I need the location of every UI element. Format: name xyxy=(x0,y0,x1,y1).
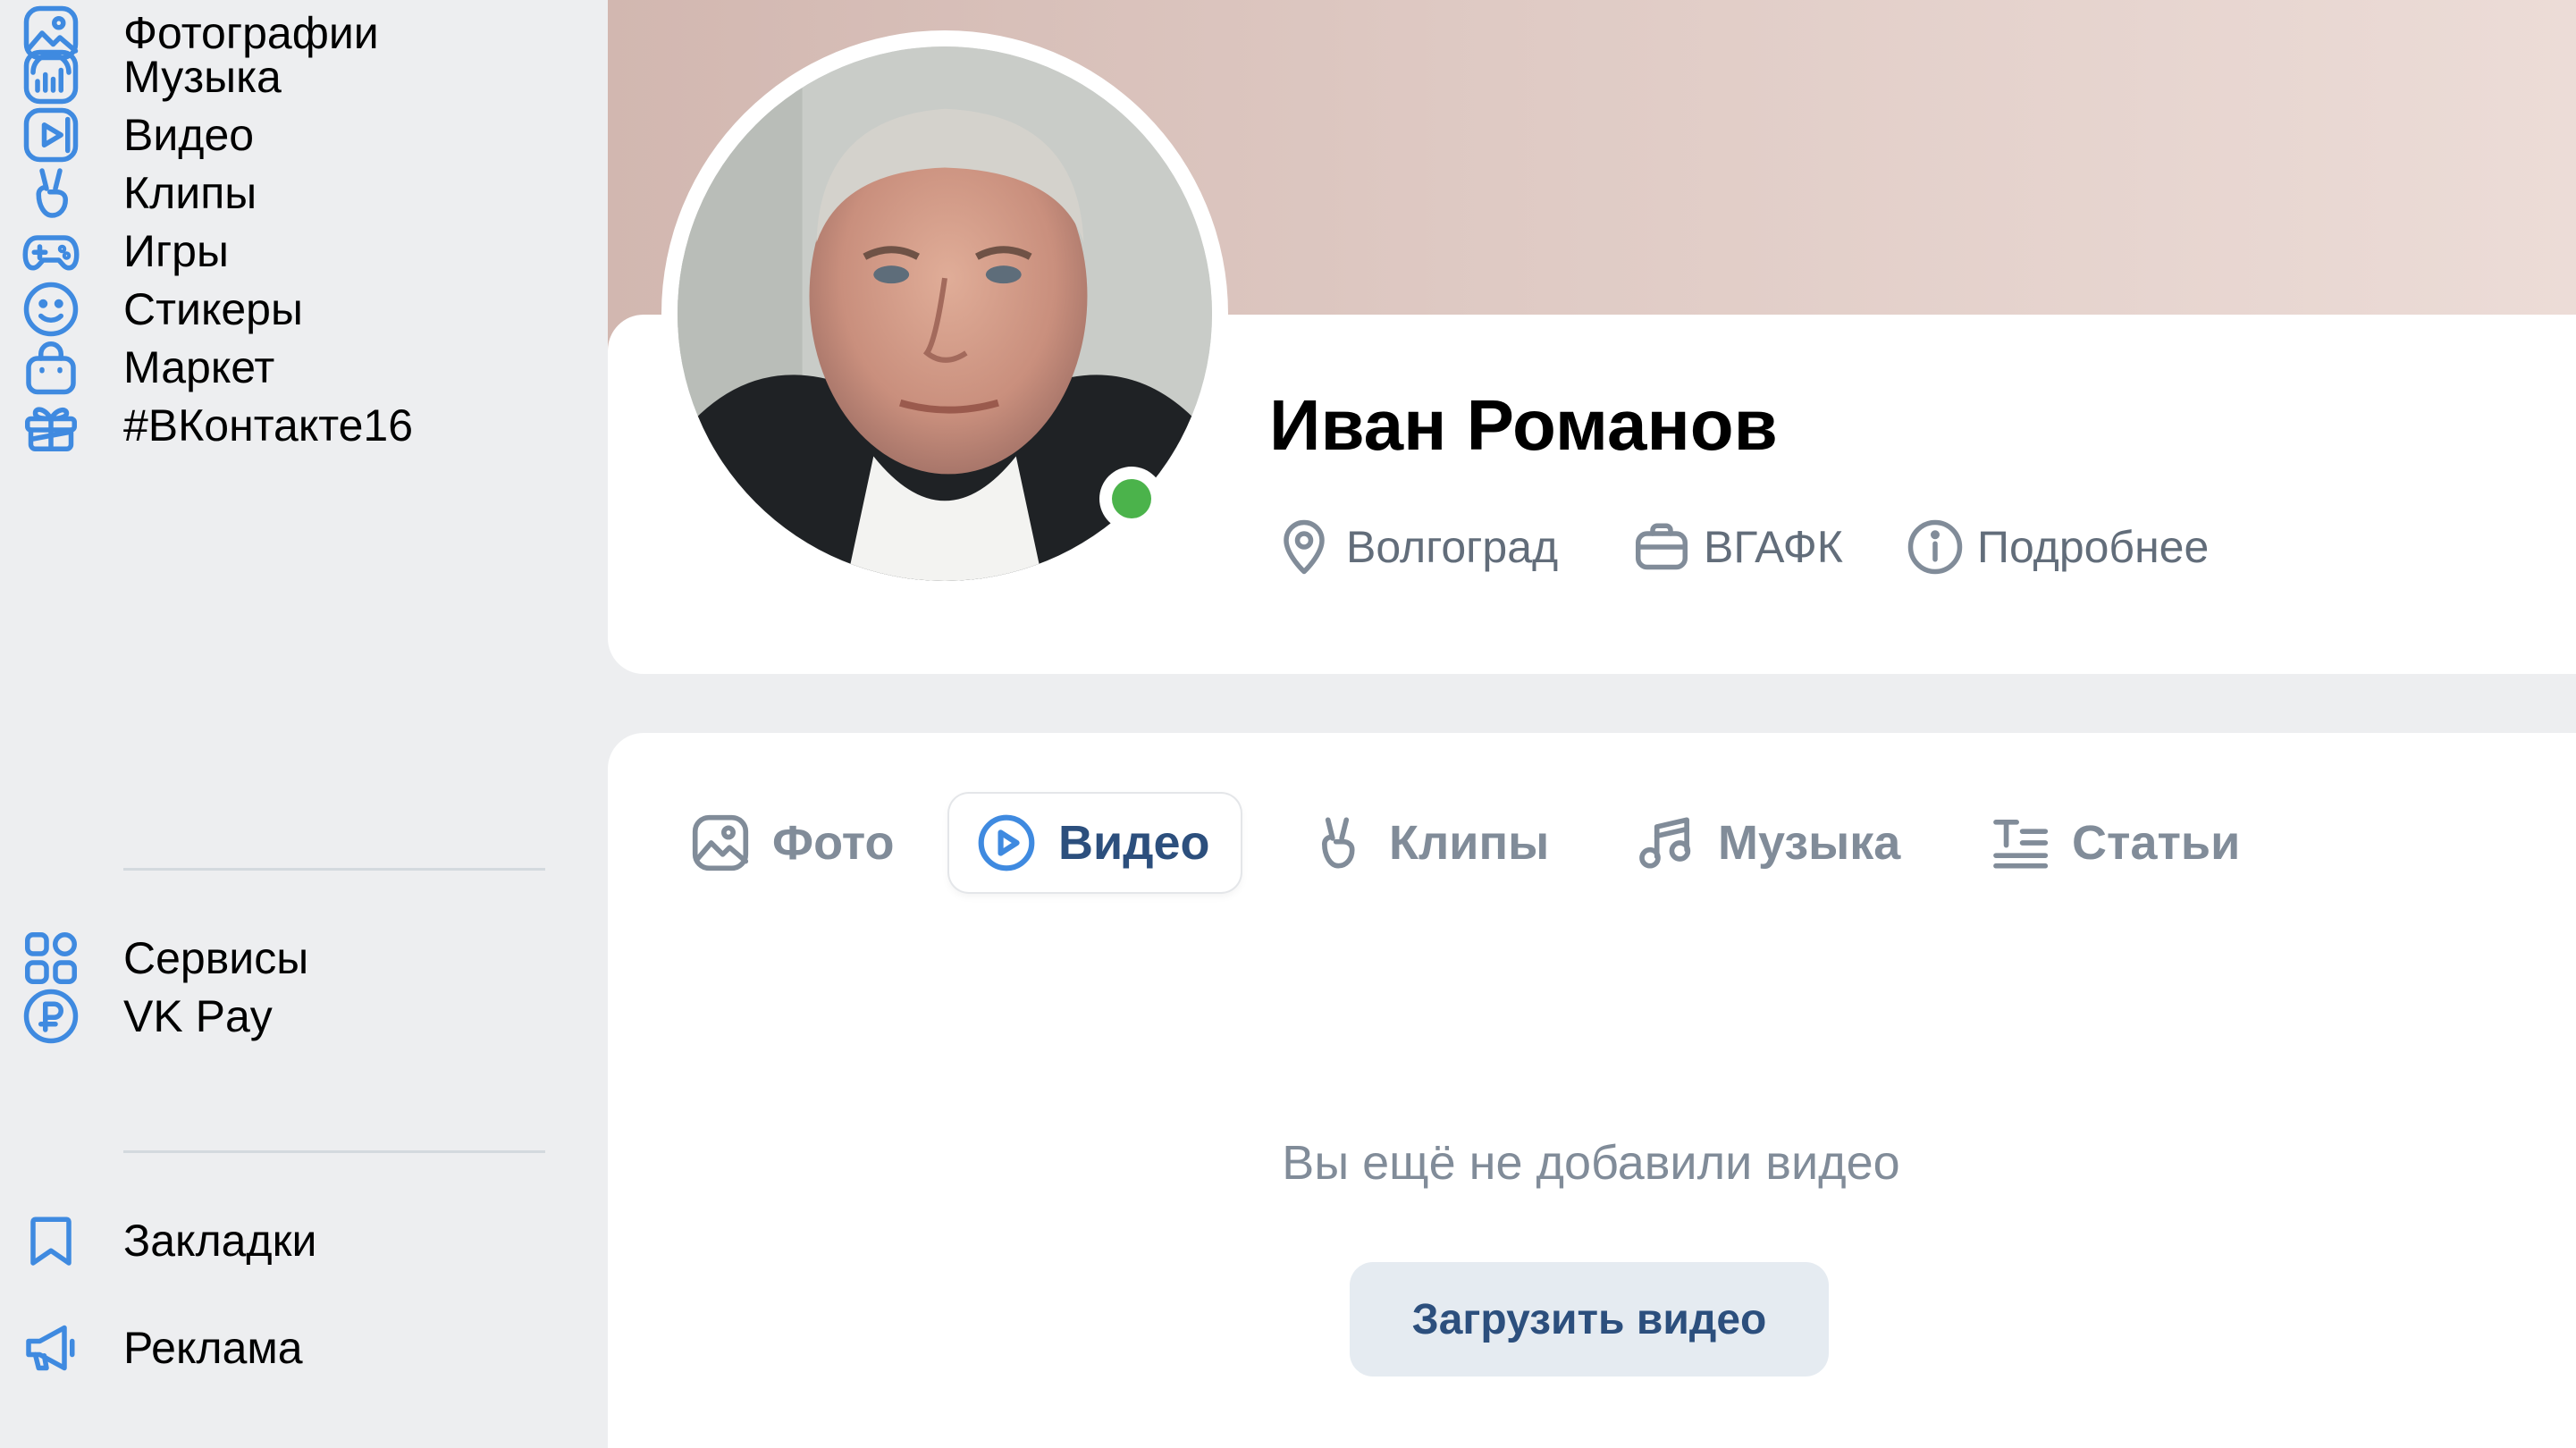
info-icon xyxy=(1904,516,1966,578)
ruble-coin-icon xyxy=(20,985,82,1048)
sidebar-item-label: Закладки xyxy=(123,1216,317,1266)
tab-clips[interactable]: Клипы xyxy=(1296,794,1558,892)
sidebar-item-vkontakte16[interactable]: #ВКонтакте16 xyxy=(0,376,572,475)
photo-icon xyxy=(688,811,753,875)
upload-video-button[interactable]: Загрузить видео xyxy=(1350,1262,1829,1376)
tab-label: Музыка xyxy=(1718,816,1901,870)
clips-icon xyxy=(1305,811,1369,875)
tab-label: Статьи xyxy=(2072,816,2241,870)
profile-education[interactable]: ВГАФК xyxy=(1630,511,1843,583)
sidebar-item-label: VK Pay xyxy=(123,991,273,1041)
sidebar-divider xyxy=(123,868,545,871)
tab-photo[interactable]: Фото xyxy=(679,794,903,892)
gift-icon xyxy=(20,394,82,457)
location-pin-icon xyxy=(1273,516,1335,578)
profile-more-info[interactable]: Подробнее xyxy=(1904,511,2209,583)
profile-education-label: ВГАФК xyxy=(1704,522,1843,572)
megaphone-icon xyxy=(20,1317,82,1379)
left-sidebar: Фотографии Музыка Видео Клипы Игры Стике… xyxy=(0,0,608,1428)
tab-music[interactable]: Музыка xyxy=(1625,794,1909,892)
profile-city-label: Волгоград xyxy=(1346,522,1559,572)
tab-label: Клипы xyxy=(1389,816,1550,870)
article-icon xyxy=(1988,811,2052,875)
online-status-indicator xyxy=(1099,467,1164,531)
profile-name: Иван Романов xyxy=(1269,385,1778,465)
sidebar-item-label: #ВКонтакте16 xyxy=(123,400,414,450)
music-note-icon xyxy=(1634,811,1698,875)
empty-state-message: Вы ещё не добавили видео xyxy=(1282,1136,1900,1190)
tab-label: Фото xyxy=(772,816,895,870)
profile-more-info-label: Подробнее xyxy=(1977,522,2210,572)
profile-city[interactable]: Волгоград xyxy=(1273,511,1558,583)
briefcase-icon xyxy=(1630,516,1693,578)
tab-video[interactable]: Видео xyxy=(949,794,1241,892)
tab-articles[interactable]: Статьи xyxy=(1979,794,2249,892)
sidebar-item-vk-pay[interactable]: VK Pay xyxy=(0,967,572,1065)
play-circle-icon xyxy=(974,811,1039,875)
sidebar-divider xyxy=(123,1150,545,1153)
sidebar-item-label: Реклама xyxy=(123,1323,303,1373)
sidebar-item-ads[interactable]: Реклама xyxy=(0,1299,572,1397)
sidebar-item-bookmarks[interactable]: Закладки xyxy=(0,1191,572,1290)
tab-label: Видео xyxy=(1058,816,1210,870)
bookmark-icon xyxy=(20,1209,82,1272)
